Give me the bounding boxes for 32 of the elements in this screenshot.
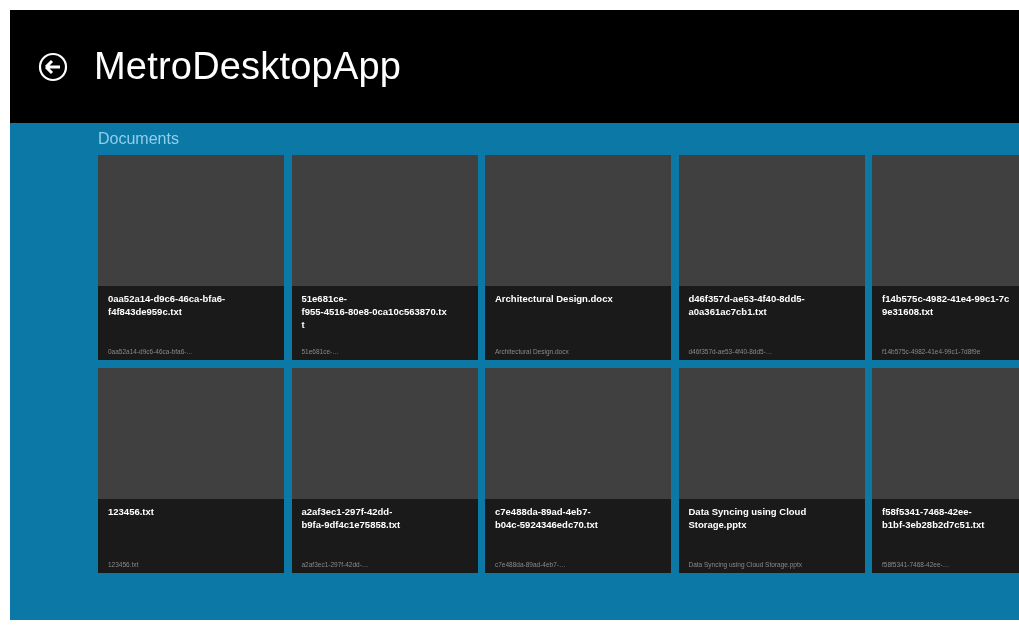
file-thumbnail[interactable] — [485, 155, 671, 286]
file-name: f14b575c-4982-41e4-99c1-7c — [882, 292, 1010, 305]
file-name: f955-4516-80e8-0ca10c563870.tx — [301, 305, 447, 318]
file-name: a0a361ac7cb1.txt — [688, 305, 767, 318]
file-name: 0aa52a14-d9c6-46ca-bfa6- — [108, 292, 226, 305]
file-name: a2af3ec1-297f-42dd- — [301, 505, 393, 518]
file-name: Architectural Design.docx — [495, 292, 613, 305]
file-name: c7e488da-89ad-4eb7- — [495, 505, 591, 518]
file-name: 9e31608.txt — [882, 305, 934, 318]
file-name: d46f357d-ae53-4f40-8dd5- — [688, 292, 805, 305]
file-thumbnail[interactable] — [678, 155, 865, 286]
file-thumbnail[interactable] — [872, 155, 1019, 286]
file-name: b1bf-3eb28b2d7c51.txt — [882, 518, 985, 531]
file-thumbnail[interactable] — [291, 368, 478, 499]
file-thumbnail[interactable] — [98, 155, 284, 286]
file-name: Storage.pptx — [688, 518, 747, 531]
file-thumbnail[interactable] — [291, 155, 478, 286]
back-icon[interactable] — [38, 51, 68, 82]
file-name: b9fa-9df4c1e75858.txt — [301, 518, 401, 531]
file-name: 123456.txt — [108, 505, 154, 518]
file-name: f58f5341-7468-42ee- — [882, 505, 972, 518]
file-thumbnail[interactable] — [98, 368, 284, 499]
file-name: Data Syncing using Cloud — [688, 505, 807, 518]
file-thumbnail[interactable] — [678, 368, 865, 499]
file-thumbnail[interactable] — [872, 368, 1019, 499]
file-thumbnail[interactable] — [485, 368, 671, 499]
file-name: b04c-5924346edc70.txt — [495, 518, 598, 531]
file-name: 51e681ce- — [301, 292, 347, 305]
file-name: t — [301, 318, 305, 331]
app-title: MetroDesktopApp — [94, 45, 402, 88]
file-name: f4f843de959c.txt — [108, 305, 182, 318]
section-title: Documents — [98, 129, 179, 149]
